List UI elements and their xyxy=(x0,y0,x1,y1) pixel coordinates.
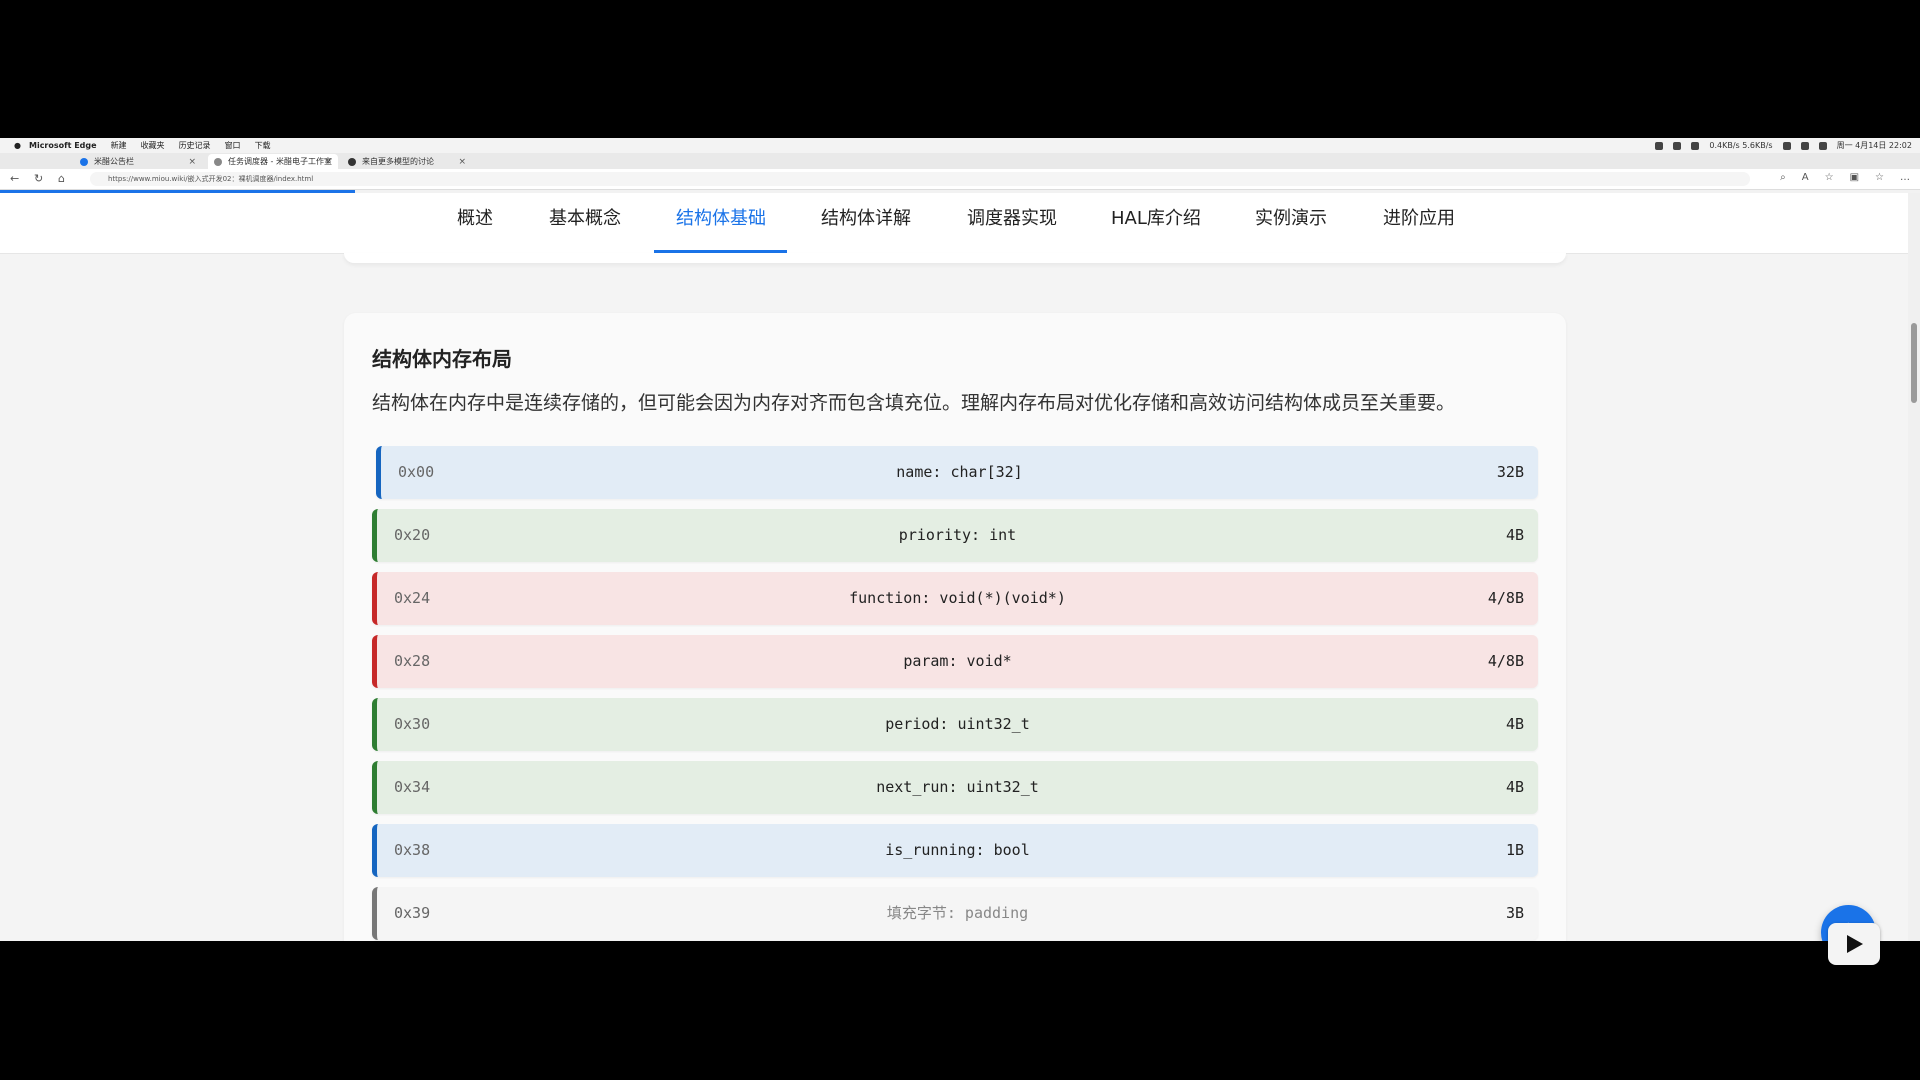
menu-favorites[interactable]: 收藏夹 xyxy=(141,140,165,151)
back-icon[interactable]: ← xyxy=(10,172,19,185)
memory-size: 3B xyxy=(1505,904,1524,922)
close-icon[interactable]: × xyxy=(458,157,466,167)
memory-row: 0x24 function: void(*)(void*) 4/8B xyxy=(372,572,1538,625)
globe-icon xyxy=(214,157,222,166)
nav-advanced[interactable]: 进阶应用 xyxy=(1383,193,1455,253)
os-menu-bar: ● Microsoft Edge 新建 收藏夹 历史记录 窗口 下载 0.4KB… xyxy=(0,138,1920,153)
menu-download[interactable]: 下载 xyxy=(255,140,271,151)
home-icon[interactable]: ⌂ xyxy=(58,172,65,185)
screen: ● Microsoft Edge 新建 收藏夹 历史记录 窗口 下载 0.4KB… xyxy=(0,138,1920,941)
record-icon[interactable] xyxy=(1691,141,1700,150)
nav-struct-basics[interactable]: 结构体基础 xyxy=(676,193,766,253)
memory-field: period: uint32_t xyxy=(885,715,1030,733)
refresh-icon[interactable]: ↻ xyxy=(34,172,43,185)
memory-field: param: void* xyxy=(903,652,1012,670)
memory-row: 0x20 priority: int 4B xyxy=(372,509,1538,562)
more-icon[interactable]: … xyxy=(1900,172,1910,183)
tab-favicon-icon xyxy=(348,157,356,166)
memory-field: is_running: bool xyxy=(885,841,1030,859)
close-icon[interactable]: × xyxy=(324,157,332,167)
zoom-icon[interactable]: ⌕ xyxy=(1780,172,1786,183)
tab-strip: 米醋公告栏 × 任务调度器 - 米醋电子工作室 × 来自更多模型的讨论 × + … xyxy=(0,153,1920,182)
nav-overview[interactable]: 概述 xyxy=(457,193,493,253)
video-play-button[interactable] xyxy=(1828,923,1880,965)
memory-row: 0x00 name: char[32] 32B xyxy=(376,446,1538,499)
menu-new[interactable]: 新建 xyxy=(111,140,127,151)
tab-discussion[interactable]: 来自更多模型的讨论 × xyxy=(342,154,472,169)
net-speed: 0.4KB/s 5.6KB/s xyxy=(1709,141,1773,150)
section-title: 结构体内存布局 xyxy=(372,347,512,371)
nav-scheduler-impl[interactable]: 调度器实现 xyxy=(967,193,1057,253)
memory-field: next_run: uint32_t xyxy=(876,778,1039,796)
apple-icon[interactable]: ● xyxy=(14,141,21,150)
tab-favicon-icon xyxy=(80,157,88,166)
address-row: ← ↻ ⌂ https://www.miou.wiki/嵌入式开发02：裸机调度… xyxy=(0,169,1920,190)
search-icon[interactable] xyxy=(1655,141,1664,150)
tab-notice[interactable]: 米醋公告栏 × xyxy=(74,154,202,169)
tab-title: 来自更多模型的讨论 xyxy=(362,157,434,166)
memory-row: 0x39 填充字节: padding 3B xyxy=(372,887,1538,940)
favorites-icon[interactable]: ☆ xyxy=(1875,172,1884,183)
volume-icon[interactable] xyxy=(1800,141,1809,150)
top-nav: 概述 基本概念 结构体基础 结构体详解 调度器实现 HAL库介绍 实例演示 进阶… xyxy=(0,193,1908,254)
wifi-icon[interactable] xyxy=(1782,141,1791,150)
memory-size: 4B xyxy=(1505,526,1524,544)
extensions-icon[interactable]: ▣ xyxy=(1850,172,1859,183)
memory-row: 0x28 param: void* 4/8B xyxy=(372,635,1538,688)
close-icon[interactable]: × xyxy=(188,157,196,167)
battery-icon[interactable] xyxy=(1818,141,1827,150)
status-area: 0.4KB/s 5.6KB/s 周一 4月14日 22:02 xyxy=(1655,138,1912,153)
memory-size: 32B xyxy=(1496,463,1524,481)
scrollbar-thumb[interactable] xyxy=(1911,323,1917,403)
page: 概述 基本概念 结构体基础 结构体详解 调度器实现 HAL库介绍 实例演示 进阶… xyxy=(0,193,1908,941)
previous-card xyxy=(344,253,1566,263)
nav-struct-details[interactable]: 结构体详解 xyxy=(821,193,911,253)
section-description: 结构体在内存中是连续存储的，但可能会因为内存对齐而包含填充位。理解内存布局对优化… xyxy=(372,392,1456,414)
memory-field: function: void(*)(void*) xyxy=(849,589,1066,607)
memory-row: 0x30 period: uint32_t 4B xyxy=(372,698,1538,751)
memory-size: 4/8B xyxy=(1487,652,1524,670)
memory-field: name: char[32] xyxy=(896,463,1023,481)
memory-field: priority: int xyxy=(898,526,1017,544)
app-name[interactable]: Microsoft Edge xyxy=(29,141,97,150)
play-icon xyxy=(1847,935,1863,953)
nav-examples[interactable]: 实例演示 xyxy=(1255,193,1327,253)
memory-row: 0x34 next_run: uint32_t 4B xyxy=(372,761,1538,814)
star-icon[interactable]: ☆ xyxy=(1825,172,1834,183)
nav-basic-concepts[interactable]: 基本概念 xyxy=(549,193,621,253)
scrollbar[interactable] xyxy=(1908,193,1920,941)
menu-window[interactable]: 窗口 xyxy=(225,140,241,151)
memory-size: 4B xyxy=(1505,778,1524,796)
wechat-icon[interactable] xyxy=(1673,141,1682,150)
tab-title: 米醋公告栏 xyxy=(94,157,134,166)
address-tools: ⌕ A ☆ ▣ ☆ … xyxy=(1780,172,1910,183)
url-bar[interactable]: https://www.miou.wiki/嵌入式开发02：裸机调度器/inde… xyxy=(90,172,1750,186)
memory-size: 1B xyxy=(1505,841,1524,859)
clock[interactable]: 周一 4月14日 22:02 xyxy=(1837,140,1912,151)
memory-size: 4B xyxy=(1505,715,1524,733)
memory-size: 4/8B xyxy=(1487,589,1524,607)
memory-layout-card: 结构体内存布局 结构体在内存中是连续存储的，但可能会因为内存对齐而包含填充位。理… xyxy=(344,313,1566,941)
tab-title: 任务调度器 - 米醋电子工作室 xyxy=(228,157,332,166)
memory-row: 0x38 is_running: bool 1B xyxy=(372,824,1538,877)
menu-history[interactable]: 历史记录 xyxy=(179,140,211,151)
memory-field: 填充字节: padding xyxy=(886,904,1029,922)
read-aloud-icon[interactable]: A xyxy=(1802,172,1809,183)
tab-scheduler[interactable]: 任务调度器 - 米醋电子工作室 × xyxy=(208,154,338,169)
nav-hal-intro[interactable]: HAL库介绍 xyxy=(1111,193,1201,253)
